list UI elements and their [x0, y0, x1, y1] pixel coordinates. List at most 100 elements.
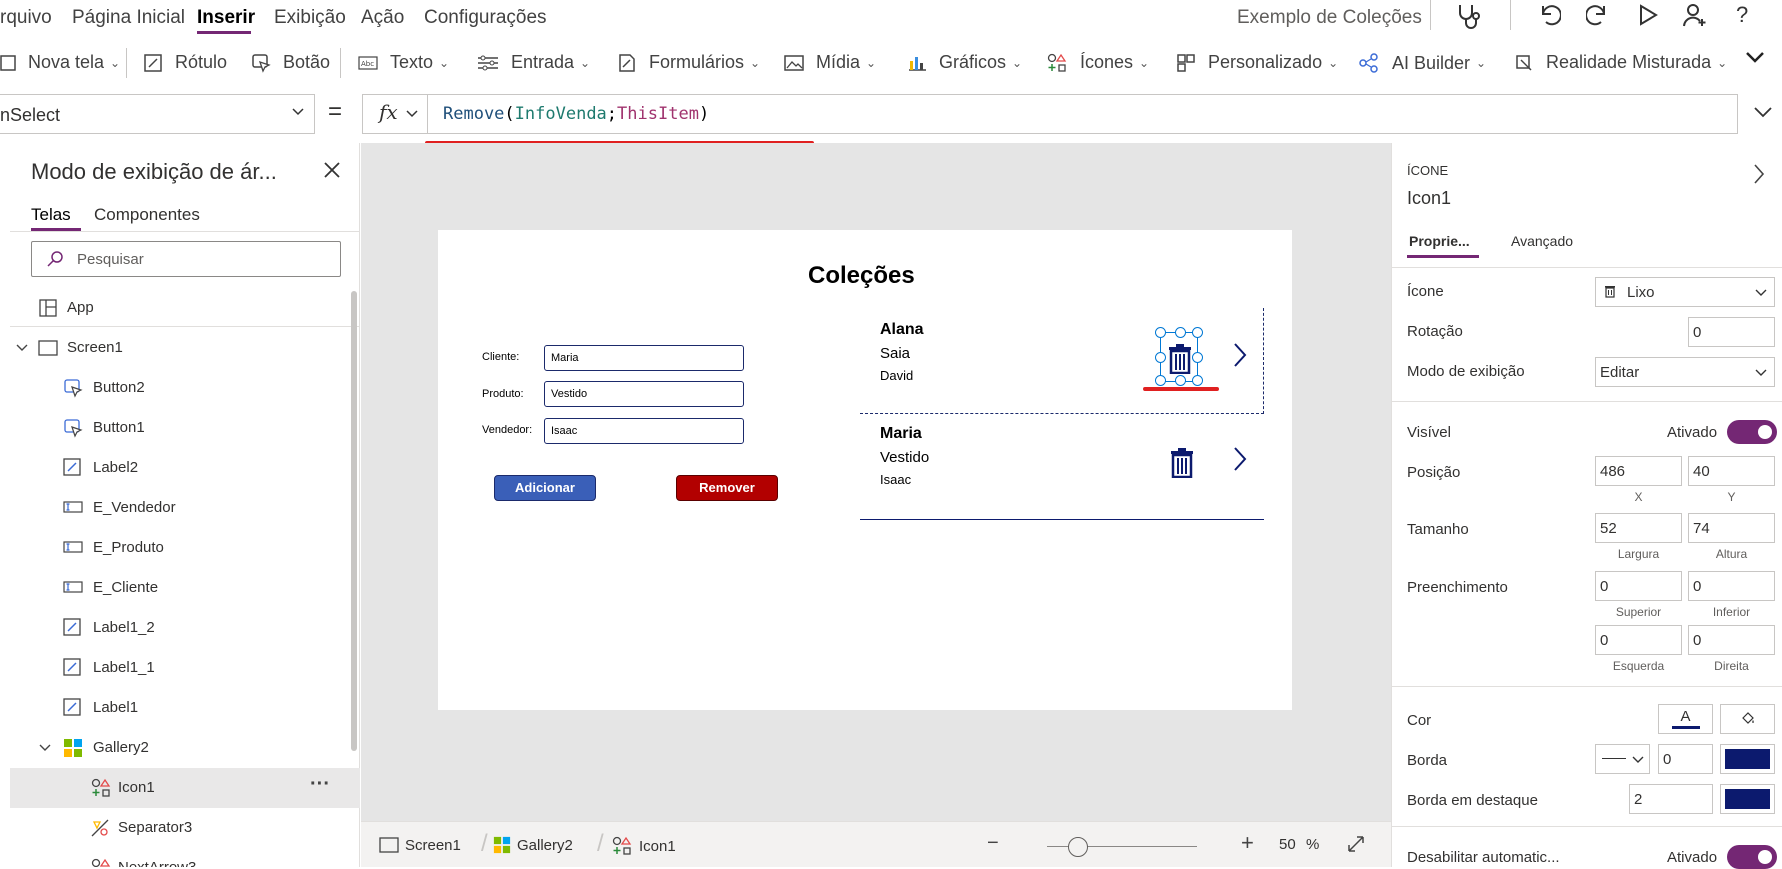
padding-right-input[interactable]: 0: [1688, 625, 1775, 655]
chevron-down-icon[interactable]: [38, 741, 52, 758]
posicao-y-input[interactable]: 40: [1688, 456, 1775, 486]
menu-inserir[interactable]: Inserir: [197, 7, 255, 29]
modo-exibicao-dropdown[interactable]: Editar: [1595, 357, 1775, 387]
stethoscope-icon[interactable]: [1455, 2, 1481, 35]
add-button[interactable]: Adicionar: [494, 475, 596, 501]
personalizado-button[interactable]: Personalizado ⌄: [1176, 52, 1338, 73]
menu-arquivo[interactable]: rquivo: [0, 7, 52, 29]
zoom-in-button[interactable]: +: [1241, 830, 1254, 856]
close-icon[interactable]: [322, 160, 342, 185]
border-style-dropdown[interactable]: [1595, 744, 1650, 774]
fx-icon[interactable]: fx: [379, 100, 398, 124]
rotacao-input[interactable]: 0: [1688, 317, 1775, 347]
tab-componentes[interactable]: Componentes: [94, 205, 200, 225]
next-arrow-icon[interactable]: [1232, 341, 1248, 374]
font-color-picker[interactable]: A: [1658, 704, 1713, 734]
midia-button[interactable]: Mídia ⌄: [784, 52, 876, 73]
next-arrow-icon[interactable]: [1232, 445, 1248, 478]
tab-advanced[interactable]: Avançado: [1511, 233, 1573, 249]
more-options-icon[interactable]: ···: [310, 773, 330, 796]
tab-telas[interactable]: Telas: [31, 205, 71, 225]
resize-handle[interactable]: [1192, 352, 1203, 363]
focused-border-color-picker[interactable]: [1720, 784, 1775, 814]
redo-icon[interactable]: [1585, 2, 1610, 33]
vendedor-input[interactable]: Isaac: [544, 418, 744, 444]
tree-item-screen1[interactable]: Screen1: [10, 328, 360, 368]
menu-configuracoes[interactable]: Configurações: [424, 7, 547, 29]
breadcrumb-icon1[interactable]: Icon1: [611, 836, 676, 856]
menu-exibicao[interactable]: Exibição: [274, 7, 346, 29]
resize-handle[interactable]: [1155, 352, 1166, 363]
tree-item-separator3[interactable]: Separator3: [10, 808, 360, 848]
icones-button[interactable]: Ícones ⌄: [1046, 52, 1149, 73]
breadcrumb-gallery2[interactable]: Gallery2: [493, 836, 573, 854]
rotulo-button[interactable]: Rótulo: [143, 52, 227, 73]
share-user-icon[interactable]: [1682, 2, 1708, 33]
produto-input[interactable]: Vestido: [544, 381, 744, 407]
tree-item-icon1[interactable]: Icon1 ···: [10, 768, 360, 808]
border-thickness-input[interactable]: 0: [1658, 744, 1713, 774]
tree-item-button1[interactable]: Button1: [10, 408, 360, 448]
tab-properties[interactable]: Proprie...: [1409, 233, 1470, 249]
menu-acao[interactable]: Ação: [361, 7, 404, 29]
property-dropdown[interactable]: nSelect: [0, 94, 315, 134]
altura-input[interactable]: 74: [1688, 513, 1775, 543]
tree-item-e-cliente[interactable]: E_Cliente: [10, 568, 360, 608]
chevron-down-icon[interactable]: [405, 107, 419, 125]
chevron-down-icon[interactable]: [15, 341, 29, 358]
tree-item-label1-1[interactable]: Label1_1: [10, 648, 360, 688]
tree-scrollbar[interactable]: [351, 291, 357, 751]
visivel-toggle[interactable]: [1727, 420, 1777, 444]
nova-tela-button[interactable]: Nova tela ⌄: [0, 52, 120, 73]
fill-color-picker[interactable]: [1720, 704, 1775, 734]
trash-icon[interactable]: [1169, 448, 1195, 478]
resize-handle[interactable]: [1175, 327, 1186, 338]
padding-left-input[interactable]: 0: [1595, 625, 1682, 655]
cliente-input[interactable]: Maria: [544, 345, 744, 371]
play-icon[interactable]: [1637, 3, 1659, 32]
posicao-x-input[interactable]: 486: [1595, 456, 1682, 486]
zoom-out-button[interactable]: −: [987, 832, 999, 855]
tree-item-label2[interactable]: Label2: [10, 448, 360, 488]
entrada-button[interactable]: Entrada ⌄: [477, 52, 590, 73]
padding-top-input[interactable]: 0: [1595, 571, 1682, 601]
graficos-button[interactable]: Gráficos ⌄: [907, 52, 1022, 73]
tree-item-e-vendedor[interactable]: E_Vendedor: [10, 488, 360, 528]
largura-input[interactable]: 52: [1595, 513, 1682, 543]
resize-handle[interactable]: [1155, 375, 1166, 386]
menu-pagina-inicial[interactable]: Página Inicial: [72, 7, 185, 29]
tree-item-gallery2[interactable]: Gallery2: [10, 728, 360, 768]
resize-handle[interactable]: [1175, 375, 1186, 386]
resize-handle[interactable]: [1155, 327, 1166, 338]
zoom-slider-thumb[interactable]: [1068, 837, 1088, 857]
resize-handle[interactable]: [1192, 327, 1203, 338]
icone-dropdown[interactable]: Lixo: [1595, 277, 1775, 307]
realidade-misturada-button[interactable]: Realidade Misturada ⌄: [1514, 52, 1727, 73]
help-icon[interactable]: ?: [1736, 2, 1748, 28]
search-input[interactable]: Pesquisar: [31, 241, 341, 277]
border-color-picker[interactable]: [1720, 744, 1775, 774]
ai-builder-button[interactable]: AI Builder ⌄: [1358, 52, 1486, 74]
focused-border-input[interactable]: 2: [1629, 784, 1713, 814]
tree-item-nextarrow3[interactable]: NextArrow3: [10, 848, 360, 867]
botao-button[interactable]: Botão: [251, 52, 330, 73]
chevron-right-icon[interactable]: [1752, 163, 1766, 190]
expand-formula-chevron-icon[interactable]: [1752, 102, 1774, 127]
trash-icon-selected[interactable]: [1155, 327, 1203, 386]
desabilitar-toggle[interactable]: [1727, 845, 1777, 869]
texto-button[interactable]: Abc Texto ⌄: [358, 52, 449, 73]
formularios-button[interactable]: Formulários ⌄: [617, 52, 760, 73]
breadcrumb-screen1[interactable]: Screen1: [379, 836, 461, 854]
remove-button[interactable]: Remover: [676, 475, 778, 501]
undo-icon[interactable]: [1537, 2, 1562, 33]
resize-handle[interactable]: [1192, 375, 1203, 386]
formula-input[interactable]: fx Remove(InfoVenda;ThisItem): [362, 94, 1738, 134]
fit-to-screen-icon[interactable]: [1346, 834, 1366, 859]
ribbon-expand-chevron-icon[interactable]: [1744, 46, 1766, 73]
tree-item-e-produto[interactable]: E_Produto: [10, 528, 360, 568]
app-screen-canvas[interactable]: Coleções Cliente: Maria Produto: Vestido…: [438, 230, 1292, 710]
tree-item-button2[interactable]: Button2: [10, 368, 360, 408]
tree-item-label1[interactable]: Label1: [10, 688, 360, 728]
padding-bottom-input[interactable]: 0: [1688, 571, 1775, 601]
tree-item-label1-2[interactable]: Label1_2: [10, 608, 360, 648]
